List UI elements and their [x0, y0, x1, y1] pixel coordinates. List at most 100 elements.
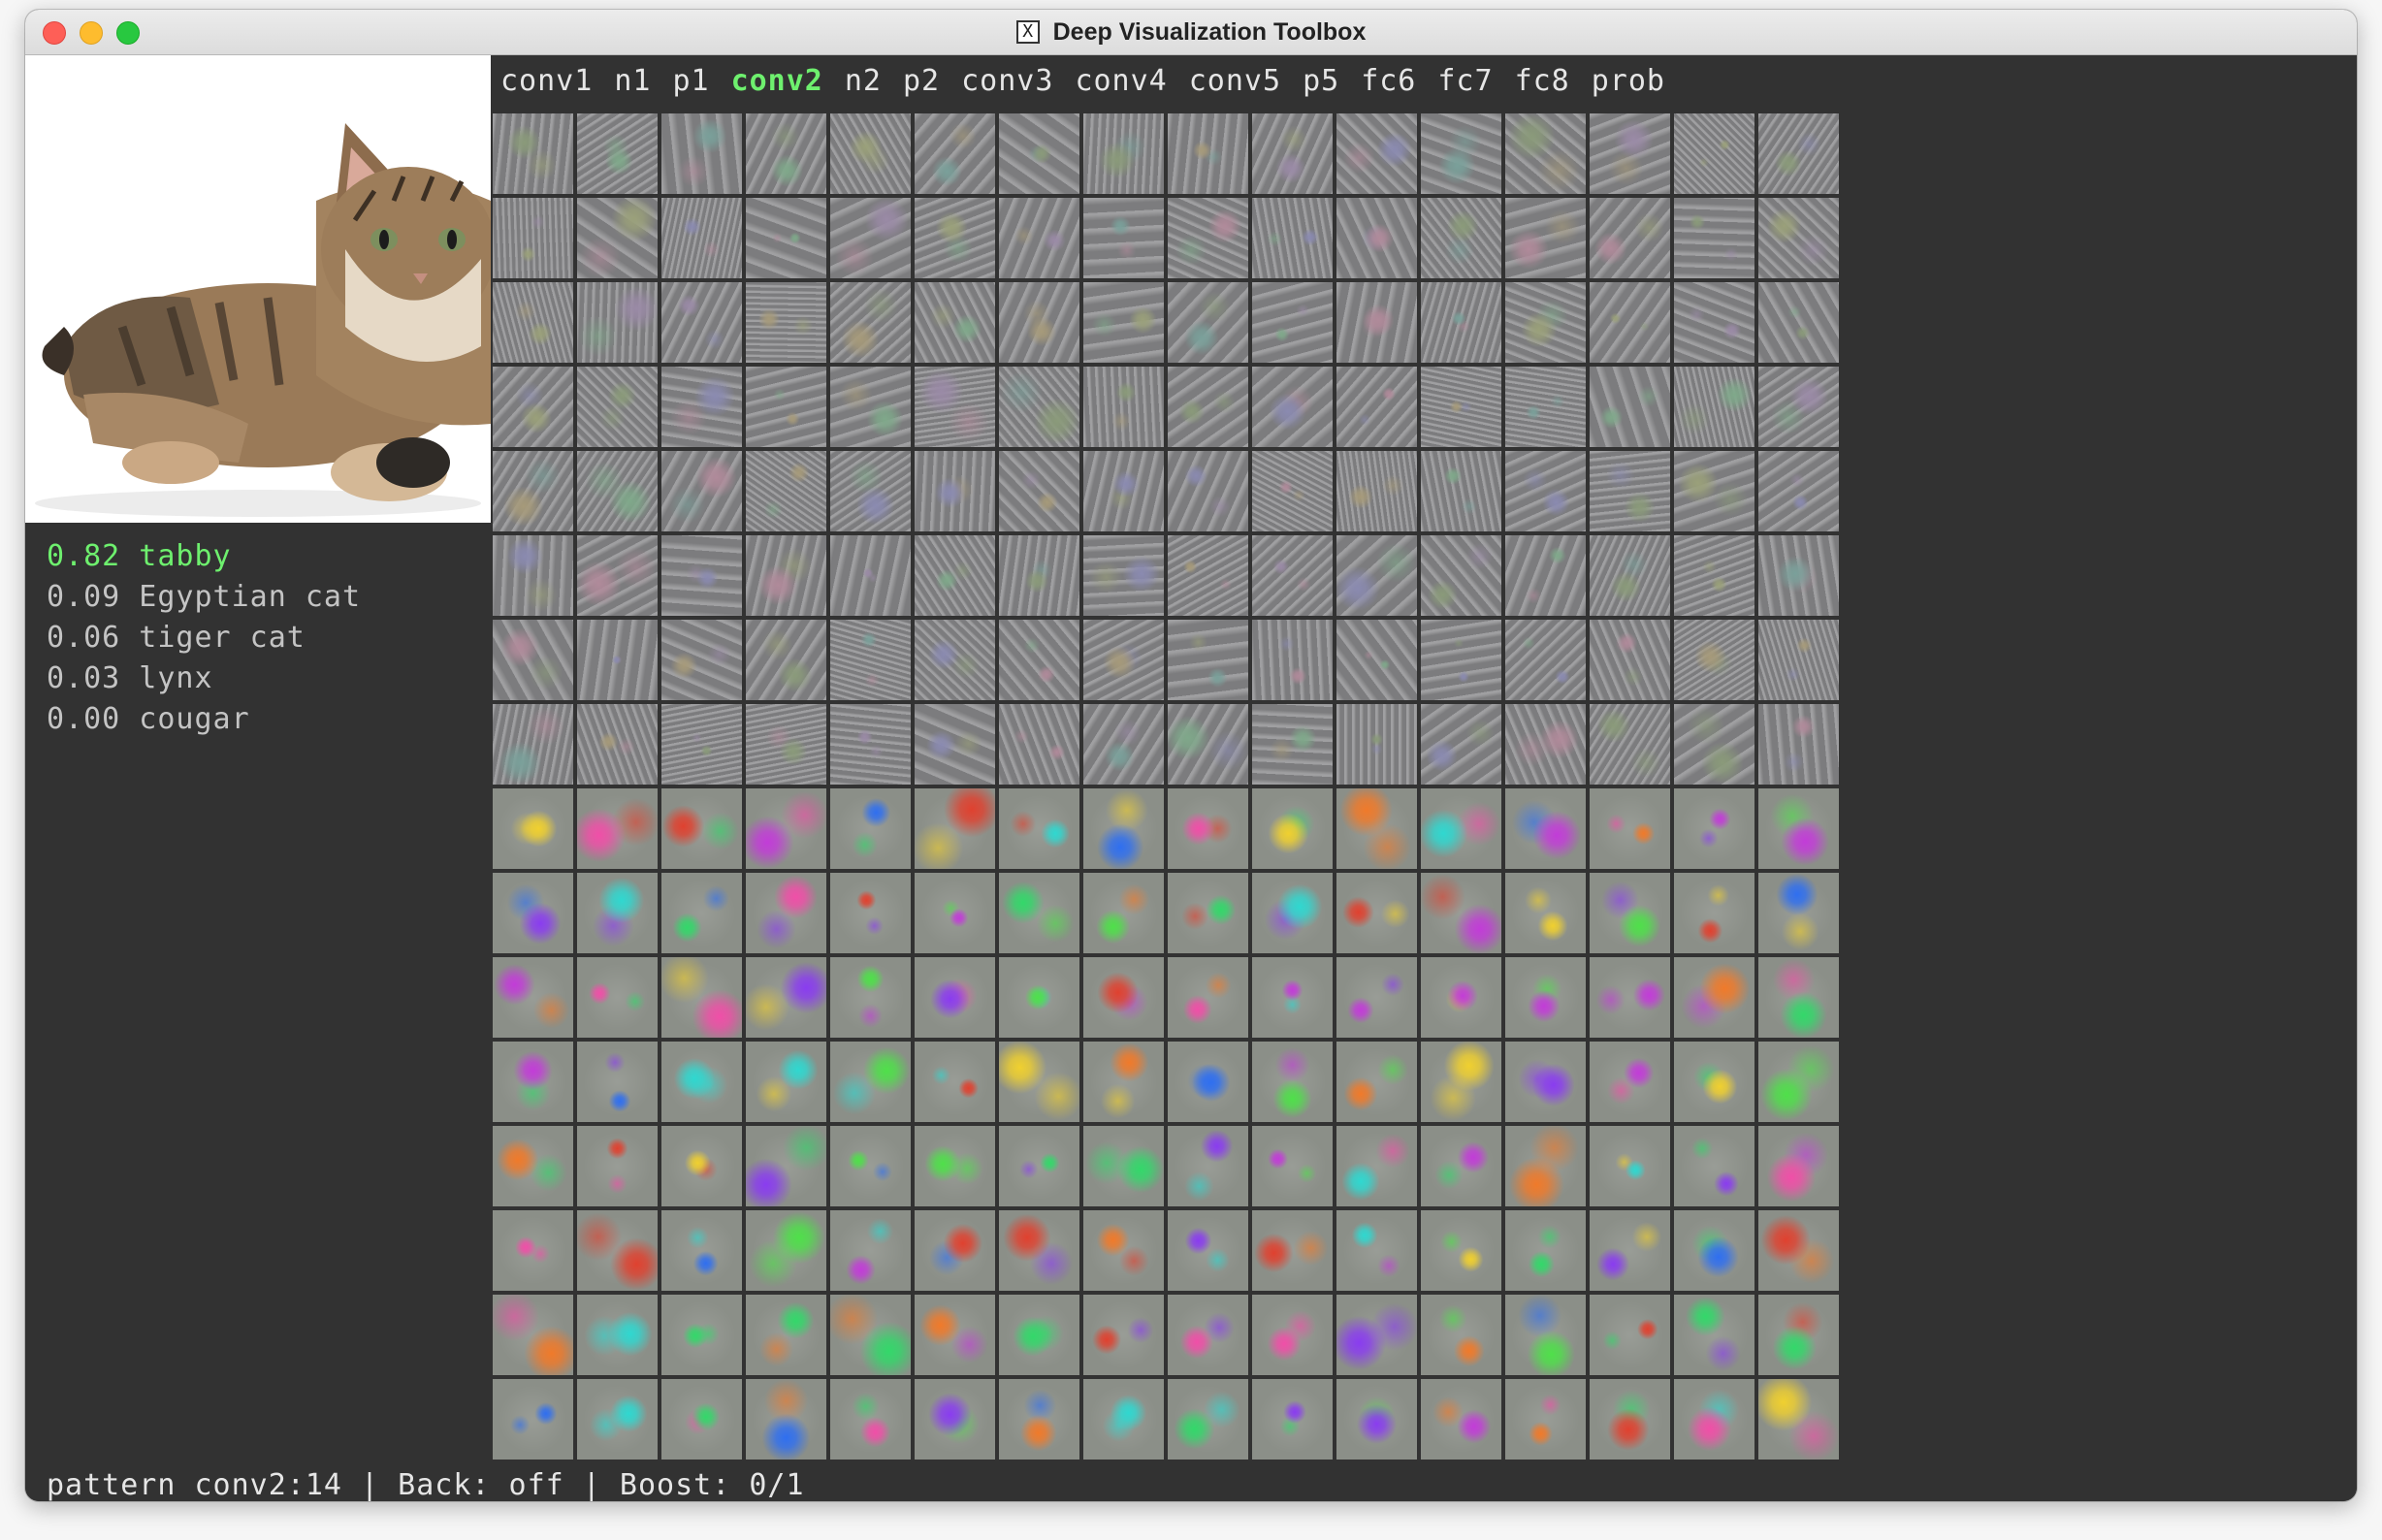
channel-tile[interactable]	[1168, 957, 1248, 1038]
channel-tile[interactable]	[1674, 788, 1754, 869]
channel-tile[interactable]	[1505, 198, 1586, 278]
channel-tile[interactable]	[746, 282, 826, 363]
channel-tile[interactable]	[493, 367, 573, 447]
channel-tile[interactable]	[1674, 704, 1754, 785]
tab-conv1[interactable]: conv1	[500, 64, 593, 98]
channel-tile[interactable]	[830, 113, 911, 194]
channel-tile[interactable]	[746, 873, 826, 953]
channel-tile[interactable]	[1505, 451, 1586, 531]
channel-tile[interactable]	[915, 788, 995, 869]
channel-tile[interactable]	[577, 957, 658, 1038]
channel-tile[interactable]	[493, 1295, 573, 1375]
channel-tile[interactable]	[999, 282, 1079, 363]
channel-tile[interactable]	[1758, 113, 1839, 194]
channel-tile[interactable]	[999, 535, 1079, 616]
channel-tile[interactable]	[1758, 282, 1839, 363]
channel-tile[interactable]	[493, 1379, 573, 1460]
channel-tile[interactable]	[1505, 367, 1586, 447]
channel-tile[interactable]	[1083, 873, 1164, 953]
channel-tile[interactable]	[1590, 367, 1670, 447]
channel-tile[interactable]	[1758, 873, 1839, 953]
channel-tile[interactable]	[1083, 113, 1164, 194]
channel-tile[interactable]	[746, 957, 826, 1038]
channel-tile[interactable]	[1168, 451, 1248, 531]
channel-tile[interactable]	[1421, 198, 1501, 278]
channel-tile[interactable]	[1168, 282, 1248, 363]
channel-tile[interactable]	[999, 113, 1079, 194]
channel-tile[interactable]	[1421, 1210, 1501, 1291]
channel-tile[interactable]	[746, 113, 826, 194]
channel-tile[interactable]	[1758, 1379, 1839, 1460]
channel-tile[interactable]	[1083, 1295, 1164, 1375]
channel-tile[interactable]	[661, 1295, 742, 1375]
channel-tile[interactable]	[1421, 788, 1501, 869]
channel-tile[interactable]	[1083, 620, 1164, 700]
channel-tile[interactable]	[1336, 282, 1417, 363]
channel-tile[interactable]	[915, 704, 995, 785]
channel-tile[interactable]	[1252, 367, 1333, 447]
channel-tile[interactable]	[915, 535, 995, 616]
channel-tile[interactable]	[1083, 1379, 1164, 1460]
channel-tile[interactable]	[1336, 367, 1417, 447]
channel-tile[interactable]	[1083, 1042, 1164, 1122]
channel-tile[interactable]	[1421, 620, 1501, 700]
channel-tile[interactable]	[661, 1042, 742, 1122]
channel-tile[interactable]	[746, 1126, 826, 1206]
channel-tile[interactable]	[1590, 1379, 1670, 1460]
tab-p5[interactable]: p5	[1303, 64, 1339, 98]
channel-tile[interactable]	[1336, 198, 1417, 278]
channel-tile[interactable]	[493, 704, 573, 785]
channel-tile[interactable]	[1421, 957, 1501, 1038]
channel-tile[interactable]	[999, 957, 1079, 1038]
channel-tile[interactable]	[1168, 1379, 1248, 1460]
channel-tile[interactable]	[577, 1210, 658, 1291]
channel-tile[interactable]	[1252, 1210, 1333, 1291]
channel-tile[interactable]	[830, 282, 911, 363]
channel-tile[interactable]	[1336, 957, 1417, 1038]
tab-prob[interactable]: prob	[1592, 64, 1665, 98]
channel-tile[interactable]	[1590, 198, 1670, 278]
channel-tile[interactable]	[577, 282, 658, 363]
channel-tile[interactable]	[1505, 873, 1586, 953]
channel-tile[interactable]	[1083, 704, 1164, 785]
channel-tile[interactable]	[1505, 535, 1586, 616]
channel-tile[interactable]	[915, 620, 995, 700]
channel-tile[interactable]	[1252, 704, 1333, 785]
channel-tile[interactable]	[830, 788, 911, 869]
channel-tile[interactable]	[999, 1126, 1079, 1206]
channel-tile[interactable]	[746, 1042, 826, 1122]
channel-tile[interactable]	[1252, 282, 1333, 363]
channel-tile[interactable]	[1252, 788, 1333, 869]
channel-tile[interactable]	[1252, 873, 1333, 953]
channel-tile[interactable]	[830, 620, 911, 700]
channel-tile[interactable]	[1590, 1295, 1670, 1375]
channel-tile[interactable]	[1336, 451, 1417, 531]
channel-tile[interactable]	[661, 113, 742, 194]
channel-tile[interactable]	[661, 1210, 742, 1291]
channel-tile[interactable]	[1674, 367, 1754, 447]
channel-tile[interactable]	[999, 1295, 1079, 1375]
channel-tile[interactable]	[1336, 873, 1417, 953]
channel-tile[interactable]	[746, 704, 826, 785]
channel-tile[interactable]	[1674, 198, 1754, 278]
channel-tile[interactable]	[493, 535, 573, 616]
channel-tile[interactable]	[746, 1295, 826, 1375]
channel-tile[interactable]	[999, 620, 1079, 700]
channel-tile[interactable]	[577, 788, 658, 869]
channel-tile[interactable]	[1421, 367, 1501, 447]
channel-tile[interactable]	[493, 282, 573, 363]
channel-tile[interactable]	[1674, 282, 1754, 363]
channel-tile[interactable]	[1674, 620, 1754, 700]
tab-fc6[interactable]: fc6	[1361, 64, 1416, 98]
channel-tile[interactable]	[1674, 1379, 1754, 1460]
channel-tile[interactable]	[830, 1126, 911, 1206]
channel-tile[interactable]	[577, 1379, 658, 1460]
channel-tile[interactable]	[1590, 1042, 1670, 1122]
channel-tile[interactable]	[1252, 198, 1333, 278]
channel-tile[interactable]	[1505, 113, 1586, 194]
channel-tile[interactable]	[1336, 788, 1417, 869]
channel-tile[interactable]	[1758, 535, 1839, 616]
channel-tile[interactable]	[1252, 1126, 1333, 1206]
channel-tile[interactable]	[1505, 957, 1586, 1038]
channel-tile[interactable]	[577, 1042, 658, 1122]
